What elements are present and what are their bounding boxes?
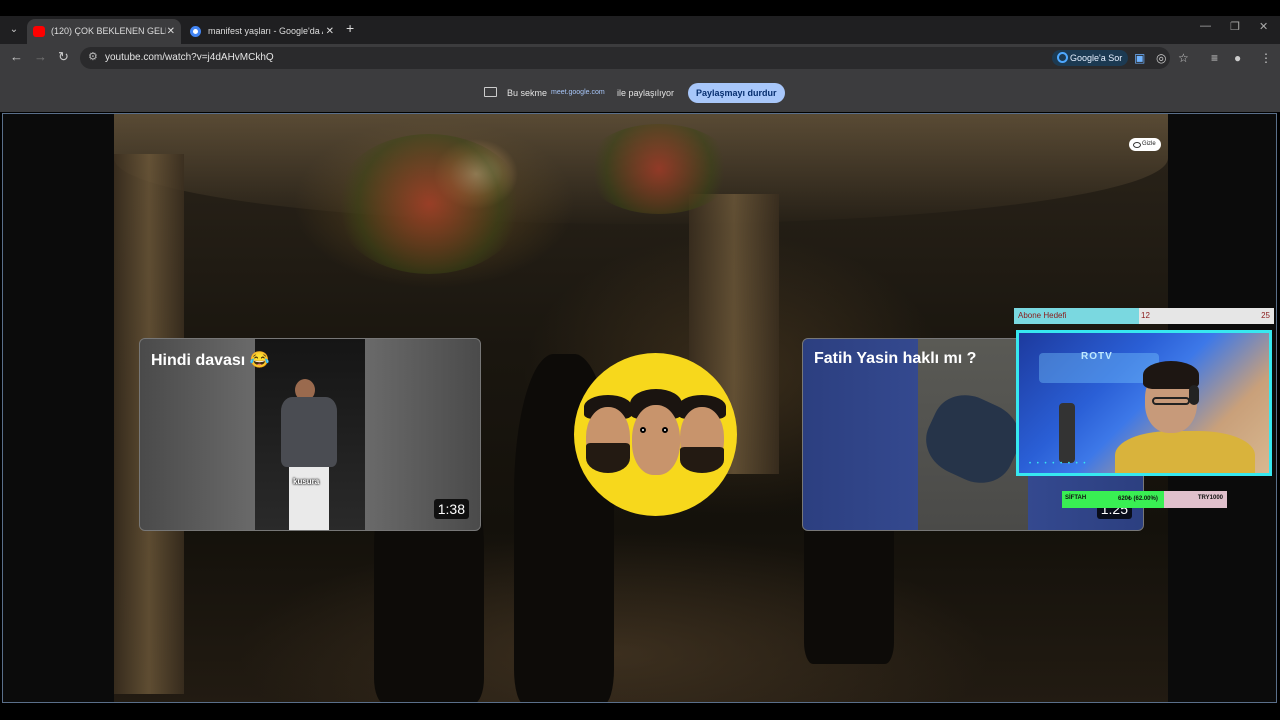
thumb-person-jacket bbox=[281, 397, 337, 467]
logo-face-middle bbox=[632, 405, 680, 475]
video-player[interactable]: Gizle kusura Hindi davası 😂 1:38 Fatih Y… bbox=[2, 113, 1277, 703]
tab-title: manifest yaşları - Google'da Ar bbox=[208, 26, 323, 36]
stop-sharing-button[interactable]: Paylaşmayı durdur bbox=[688, 83, 785, 103]
bougainvillea-plant bbox=[334, 134, 524, 274]
donation-name: SİFTAH bbox=[1065, 495, 1087, 501]
bougainvillea-plant bbox=[584, 124, 734, 214]
card-duration: 1:38 bbox=[433, 499, 469, 519]
close-window-icon[interactable]: ✕ bbox=[1259, 20, 1268, 33]
tab-search-icon[interactable]: ⌄ bbox=[5, 21, 23, 39]
tab-youtube[interactable]: (120) ÇOK BEKLENEN GELE ✕ bbox=[27, 19, 181, 44]
share-text-before: Bu sekme bbox=[507, 88, 548, 98]
tab-strip: ⌄ (120) ÇOK BEKLENEN GELE ✕ manifest yaş… bbox=[0, 16, 1280, 44]
address-bar[interactable]: ⚙ youtube.com/watch?v=j4dAHvMCkhQ bbox=[80, 47, 1170, 69]
donation-progress: 620₺ (62.00%) bbox=[1118, 496, 1158, 502]
google-lens-icon bbox=[1057, 52, 1068, 63]
channel-logo[interactable] bbox=[574, 353, 737, 516]
reload-icon[interactable]: ↻ bbox=[58, 49, 69, 65]
screen-share-bar: Bu sekme meet.google.com ile paylaşılıyo… bbox=[0, 72, 1280, 112]
google-icon bbox=[190, 26, 201, 37]
reading-list-icon[interactable]: ≡ bbox=[1211, 51, 1218, 65]
logo-eye bbox=[662, 427, 668, 433]
forward-icon[interactable]: → bbox=[34, 49, 47, 64]
streamer-glasses bbox=[1152, 397, 1190, 405]
webcam-overlay: ROTV • • • • • • • • bbox=[1016, 330, 1272, 476]
video-thumbnail: kusura bbox=[255, 339, 365, 530]
back-icon[interactable]: ← bbox=[10, 49, 23, 64]
decor-dots: • • • • • • • • bbox=[1029, 461, 1088, 467]
logo-beard bbox=[586, 443, 630, 473]
close-icon[interactable]: ✕ bbox=[326, 19, 334, 44]
subscriber-goal-target: 25 bbox=[1261, 311, 1270, 320]
profile-avatar-icon[interactable]: ● bbox=[1234, 51, 1241, 65]
thumb-caption: kusura bbox=[293, 477, 320, 486]
cast-icon[interactable]: ▣ bbox=[1134, 51, 1145, 65]
new-tab-button[interactable]: + bbox=[346, 20, 354, 36]
share-text-after: ile paylaşılıyor bbox=[617, 88, 675, 98]
streamer-body bbox=[1115, 431, 1255, 473]
subscriber-goal-label: Abone Hedefi bbox=[1018, 311, 1067, 320]
logo-beard bbox=[680, 447, 724, 473]
neon-sign: ROTV bbox=[1081, 351, 1113, 362]
eye-off-icon[interactable]: ◎ bbox=[1156, 51, 1166, 65]
logo-eye bbox=[640, 427, 646, 433]
ask-google-button[interactable]: Google'a Sor bbox=[1052, 50, 1129, 66]
thumb-person-lying bbox=[918, 383, 1028, 495]
card-title: Hindi davası 😂 bbox=[151, 352, 270, 369]
share-host: meet.google.com bbox=[551, 89, 605, 96]
tab-google[interactable]: manifest yaşları - Google'da Ar ✕ bbox=[184, 19, 340, 44]
microphone bbox=[1059, 403, 1075, 463]
donation-goal: TRY1000 bbox=[1197, 495, 1223, 501]
headset bbox=[1189, 385, 1199, 405]
end-screen-card-left[interactable]: kusura Hindi davası 😂 1:38 bbox=[139, 338, 481, 531]
screen-share-icon bbox=[484, 87, 497, 97]
youtube-icon bbox=[33, 26, 45, 37]
hide-button[interactable]: Gizle bbox=[1129, 138, 1161, 151]
ask-google-label: Google'a Sor bbox=[1070, 53, 1123, 63]
bookmark-star-icon[interactable]: ☆ bbox=[1178, 51, 1189, 65]
subscriber-goal-bar: Abone Hedefi 12 25 bbox=[1014, 308, 1274, 324]
menu-kebab-icon[interactable]: ⋮ bbox=[1260, 51, 1272, 65]
bottom-black-bar bbox=[0, 704, 1280, 720]
restore-icon[interactable]: ❐ bbox=[1230, 20, 1240, 33]
top-black-bar bbox=[0, 0, 1280, 16]
site-info-icon[interactable]: ⚙ bbox=[88, 50, 98, 63]
card-title: Fatih Yasin haklı mı ? bbox=[814, 350, 977, 367]
tab-title: (120) ÇOK BEKLENEN GELE bbox=[51, 26, 166, 36]
url-text: youtube.com/watch?v=j4dAHvMCkhQ bbox=[105, 52, 274, 63]
close-icon[interactable]: ✕ bbox=[167, 19, 175, 44]
subscriber-goal-current: 12 bbox=[1141, 311, 1150, 320]
donation-goal-bar: SİFTAH 620₺ (62.00%) TRY1000 bbox=[1062, 491, 1227, 508]
minimize-icon[interactable]: — bbox=[1200, 20, 1211, 32]
